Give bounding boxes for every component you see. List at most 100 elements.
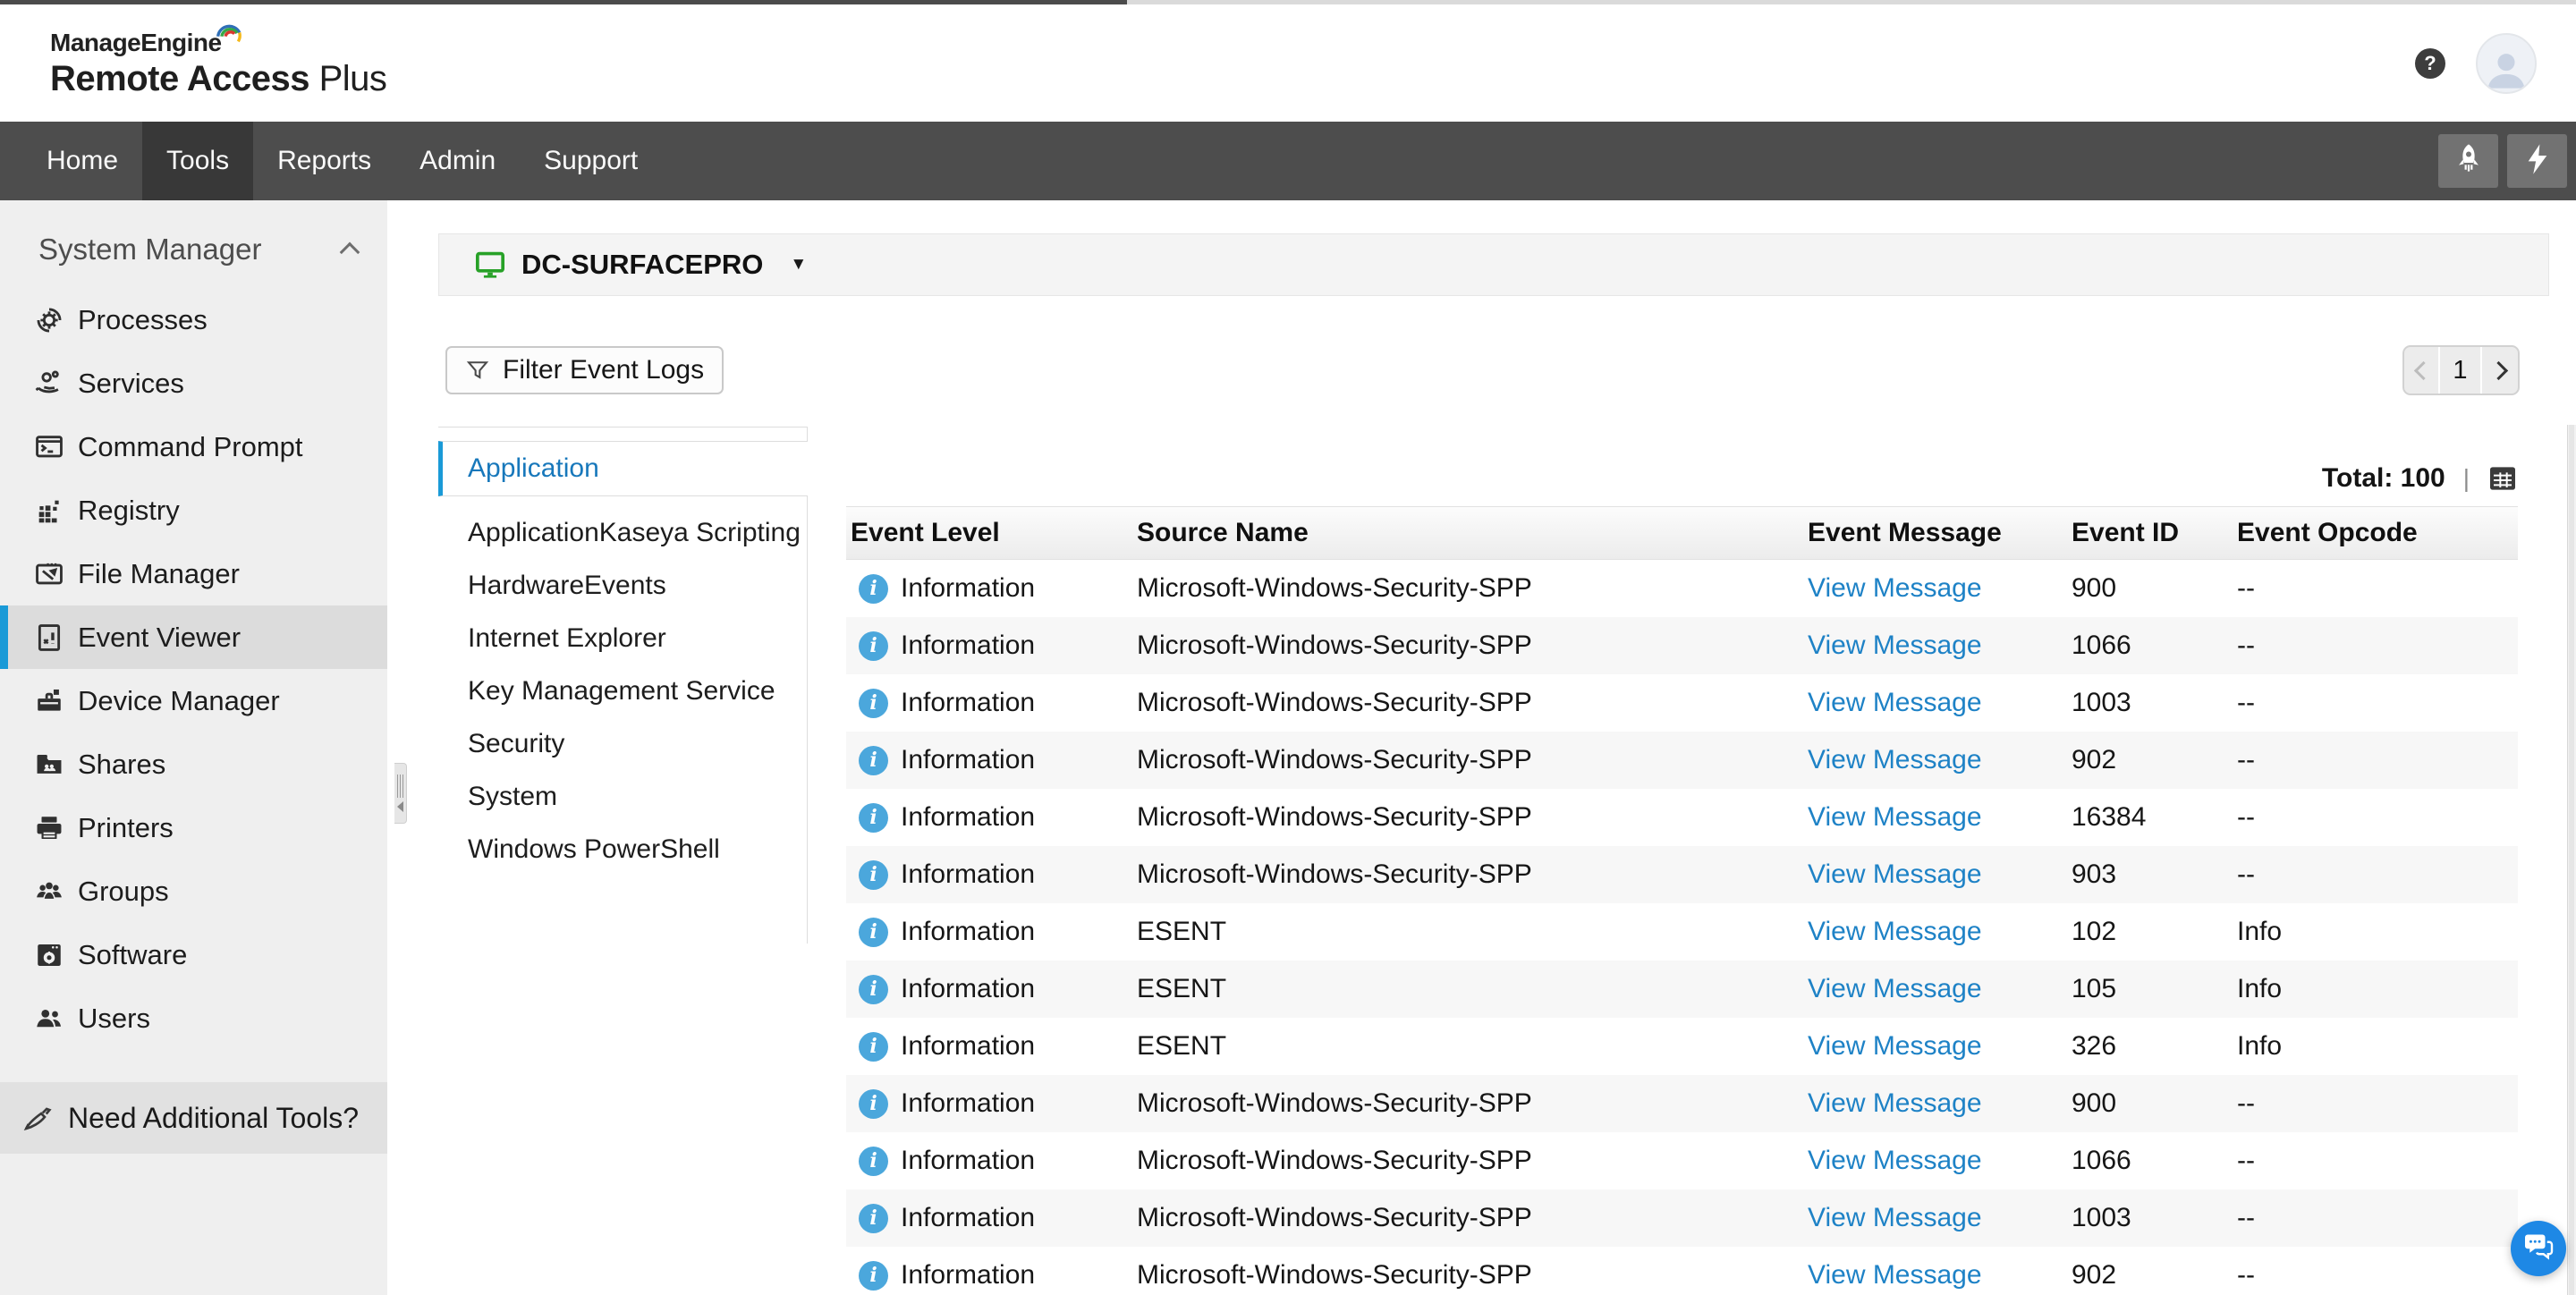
table-row: iInformation Microsoft-Windows-Security-… (846, 1189, 2518, 1247)
category-windows-powershell[interactable]: Windows PowerShell (438, 823, 807, 876)
table-row: iInformation Microsoft-Windows-Security-… (846, 1132, 2518, 1189)
user-avatar[interactable] (2476, 33, 2537, 94)
category-list-rest: ApplicationKaseya Scripting HardwareEven… (438, 506, 807, 876)
sidebar-item-services[interactable]: Services (0, 351, 387, 415)
category-key-management-service[interactable]: Key Management Service (438, 664, 807, 717)
view-message-link[interactable]: View Message (1808, 745, 1982, 775)
sidebar-item-file-manager[interactable]: File Manager (0, 542, 387, 605)
sidebar-section-header[interactable]: System Manager (0, 200, 387, 288)
view-message-link[interactable]: View Message (1808, 1088, 1982, 1119)
category-applicationkaseya-scripting[interactable]: ApplicationKaseya Scripting (438, 506, 807, 559)
sidebar-item-shares[interactable]: Shares (0, 732, 387, 796)
event-level-value: Information (901, 745, 1035, 775)
meta-divider: | (2463, 464, 2470, 493)
nav-item-home[interactable]: Home (22, 122, 142, 200)
quick-launch-button[interactable] (2438, 134, 2498, 188)
software-icon (34, 940, 64, 970)
view-message-link[interactable]: View Message (1808, 688, 1982, 718)
current-page-number[interactable]: 1 (2438, 347, 2482, 394)
sidebar-item-printers[interactable]: Printers (0, 796, 387, 859)
event-opcode-value: Info (2233, 903, 2518, 961)
manageengine-wordmark: ManageEngine (50, 30, 222, 55)
column-header-event-message[interactable]: Event Message (1803, 507, 2067, 559)
help-icon[interactable]: ? (2415, 48, 2445, 79)
filter-event-logs-button[interactable]: Filter Event Logs (445, 346, 724, 394)
sidebar-item-processes[interactable]: Processes (0, 288, 387, 351)
previous-page-button[interactable] (2404, 347, 2438, 394)
toolbar-row: Filter Event Logs 1 (438, 345, 2520, 395)
sidebar-item-device-manager[interactable]: Device Manager (0, 669, 387, 732)
view-message-link[interactable]: View Message (1808, 802, 1982, 833)
column-header-event-opcode[interactable]: Event Opcode (2233, 507, 2518, 559)
view-message-link[interactable]: View Message (1808, 1260, 1982, 1291)
table-meta: Total: 100 | (846, 462, 2518, 495)
table-row: iInformation Microsoft-Windows-Security-… (846, 789, 2518, 846)
sidebar-item-label: Services (78, 368, 184, 400)
quick-actions-button[interactable] (2507, 134, 2567, 188)
nav-item-reports[interactable]: Reports (253, 122, 395, 200)
sidebar-item-event-viewer[interactable]: Event Viewer (0, 605, 387, 669)
event-id-value: 1003 (2067, 1189, 2233, 1247)
lightning-bolt-icon (2521, 142, 2555, 181)
vertical-scrollbar[interactable] (2567, 425, 2576, 1295)
event-opcode-value: -- (2233, 1247, 2518, 1295)
view-message-link[interactable]: View Message (1808, 1203, 1982, 1233)
nav-item-admin[interactable]: Admin (395, 122, 520, 200)
view-message-link[interactable]: View Message (1808, 631, 1982, 661)
source-name-value: Microsoft-Windows-Security-SPP (1132, 674, 1803, 732)
category-hardwareevents[interactable]: HardwareEvents (438, 559, 807, 612)
column-header-source-name[interactable]: Source Name (1132, 507, 1803, 559)
view-message-link[interactable]: View Message (1808, 573, 1982, 604)
event-id-value: 1003 (2067, 674, 2233, 732)
column-header-event-id[interactable]: Event ID (2067, 507, 2233, 559)
view-message-link[interactable]: View Message (1808, 974, 1982, 1004)
device-manager-icon (34, 686, 64, 716)
sidebar-item-registry[interactable]: Registry (0, 478, 387, 542)
event-viewer-icon (34, 622, 64, 653)
category-system[interactable]: System (438, 770, 807, 823)
nav-item-support[interactable]: Support (520, 122, 662, 200)
next-page-button[interactable] (2482, 347, 2518, 394)
event-id-value: 326 (2067, 1018, 2233, 1075)
brand-logo: ManageEngine Remote Access Plus (50, 30, 386, 97)
sidebar-item-software[interactable]: Software (0, 923, 387, 986)
sidebar-item-groups[interactable]: Groups (0, 859, 387, 923)
rocket-icon (2452, 142, 2486, 181)
nav-item-tools[interactable]: Tools (142, 122, 253, 200)
users-icon (34, 1003, 64, 1034)
event-id-value: 900 (2067, 560, 2233, 617)
sidebar-item-users[interactable]: Users (0, 986, 387, 1050)
app-header: ManageEngine Remote Access Plus ? (0, 4, 2576, 122)
view-message-link[interactable]: View Message (1808, 859, 1982, 890)
shares-icon (34, 749, 64, 780)
information-icon: i (859, 631, 888, 661)
source-name-value: ESENT (1132, 1018, 1803, 1075)
category-application[interactable]: Application (438, 441, 808, 496)
column-chooser-grid-icon[interactable] (2487, 464, 2518, 493)
live-chat-button[interactable] (2511, 1221, 2566, 1276)
source-name-value: Microsoft-Windows-Security-SPP (1132, 617, 1803, 674)
category-security[interactable]: Security (438, 717, 807, 770)
device-selector[interactable]: DC-SURFACEPRO ▼ (438, 233, 2549, 296)
event-id-value: 902 (2067, 732, 2233, 789)
event-level-value: Information (901, 1031, 1035, 1062)
event-opcode-value: Info (2233, 1018, 2518, 1075)
sidebar-item-command-prompt[interactable]: Command Prompt (0, 415, 387, 478)
view-message-link[interactable]: View Message (1808, 1146, 1982, 1176)
event-level-value: Information (901, 688, 1035, 718)
column-header-event-level[interactable]: Event Level (846, 507, 1132, 559)
category-internet-explorer[interactable]: Internet Explorer (438, 612, 807, 664)
log-category-list: Application ApplicationKaseya Scripting … (438, 427, 808, 944)
view-message-link[interactable]: View Message (1808, 1031, 1982, 1062)
product-name-secondary: Plus (309, 59, 386, 98)
need-additional-tools[interactable]: Need Additional Tools? (0, 1082, 387, 1154)
view-message-link[interactable]: View Message (1808, 917, 1982, 947)
event-level-value: Information (901, 1203, 1035, 1233)
filter-button-label: Filter Event Logs (503, 355, 704, 385)
event-log-panel: Application ApplicationKaseya Scripting … (438, 427, 2576, 1295)
sidebar-collapse-handle[interactable] (394, 763, 407, 824)
scrollbar-thumb[interactable] (2569, 425, 2574, 1295)
table-row: iInformation ESENT View Message 326 Info (846, 1018, 2518, 1075)
event-id-value: 1066 (2067, 617, 2233, 674)
table-row: iInformation ESENT View Message 102 Info (846, 903, 2518, 961)
